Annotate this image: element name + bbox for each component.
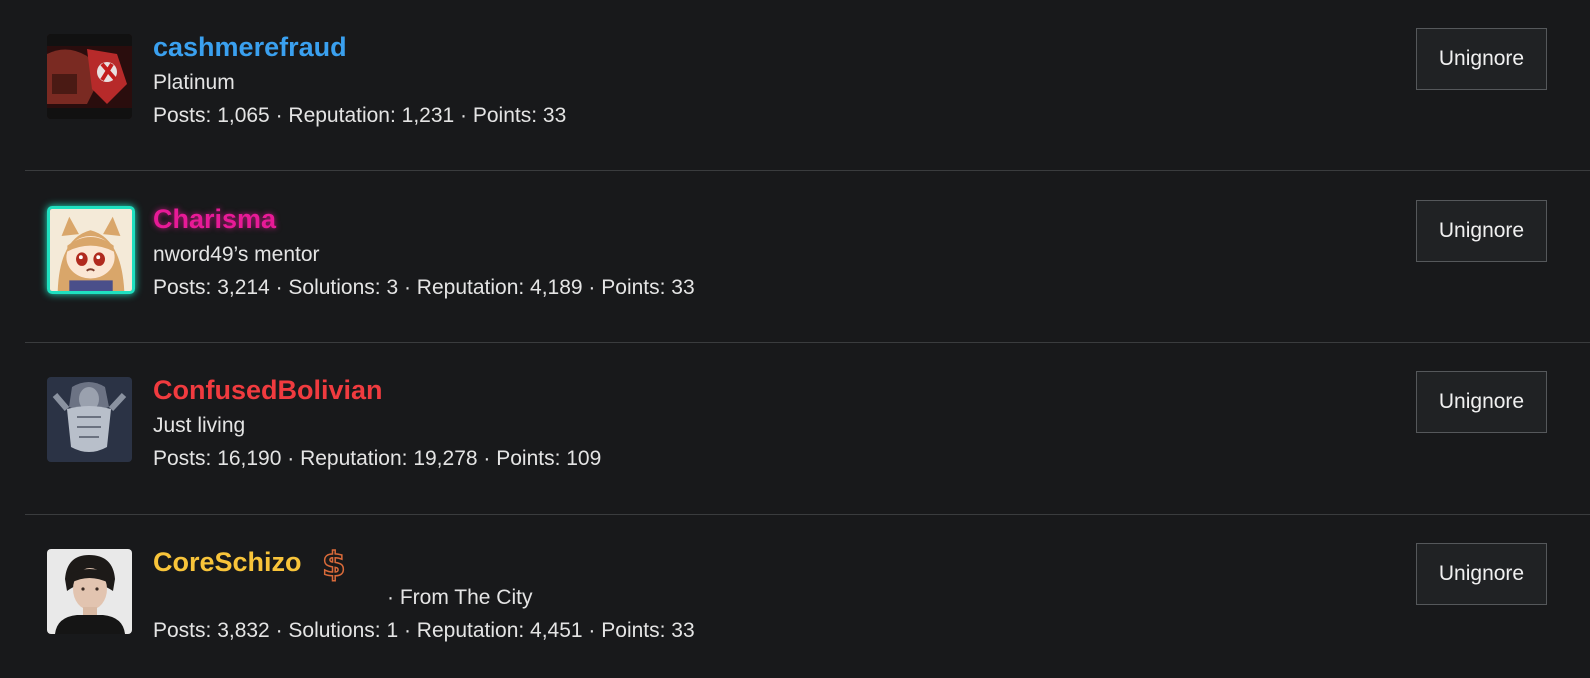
user-stats: Posts: 3,214 · Solutions: 3 · Reputation… [153,276,695,299]
username-link[interactable]: CoreSchizo [153,547,302,578]
avatar[interactable] [47,549,132,634]
divider [25,170,1590,171]
ignored-user-row: ConfusedBolivian Just living Posts: 16,1… [25,343,1590,514]
user-title: Platinum [153,71,235,94]
unignore-button[interactable]: Unignore [1416,200,1547,262]
user-title: nword49’s mentor [153,243,320,266]
user-stats: Posts: 16,190 · Reputation: 19,278 · Poi… [153,447,602,470]
dollar-badge-icon: $ [321,544,346,586]
ignored-users-list: cashmerefraud Platinum Posts: 1,065 · Re… [0,0,1590,678]
unignore-button[interactable]: Unignore [1416,28,1547,90]
user-stats: Posts: 1,065 · Reputation: 1,231 · Point… [153,104,567,127]
avatar[interactable] [47,206,135,294]
ignored-user-row: Charisma nword49’s mentor Posts: 3,214 ·… [25,172,1590,343]
unignore-button[interactable]: Unignore [1416,543,1547,605]
ignored-user-row: CoreSchizo $ · From The City Posts: 3,83… [25,515,1590,678]
ignored-user-row: cashmerefraud Platinum Posts: 1,065 · Re… [25,0,1590,171]
username-link[interactable]: Charisma [153,204,276,235]
user-stats: Posts: 3,832 · Solutions: 1 · Reputation… [153,619,695,642]
avatar[interactable] [47,377,132,462]
unignore-button[interactable]: Unignore [1416,371,1547,433]
username-link[interactable]: cashmerefraud [153,32,347,63]
user-title: · From The City [387,586,533,609]
user-title: Just living [153,414,246,437]
avatar[interactable] [47,34,132,119]
username-link[interactable]: ConfusedBolivian [153,375,383,406]
